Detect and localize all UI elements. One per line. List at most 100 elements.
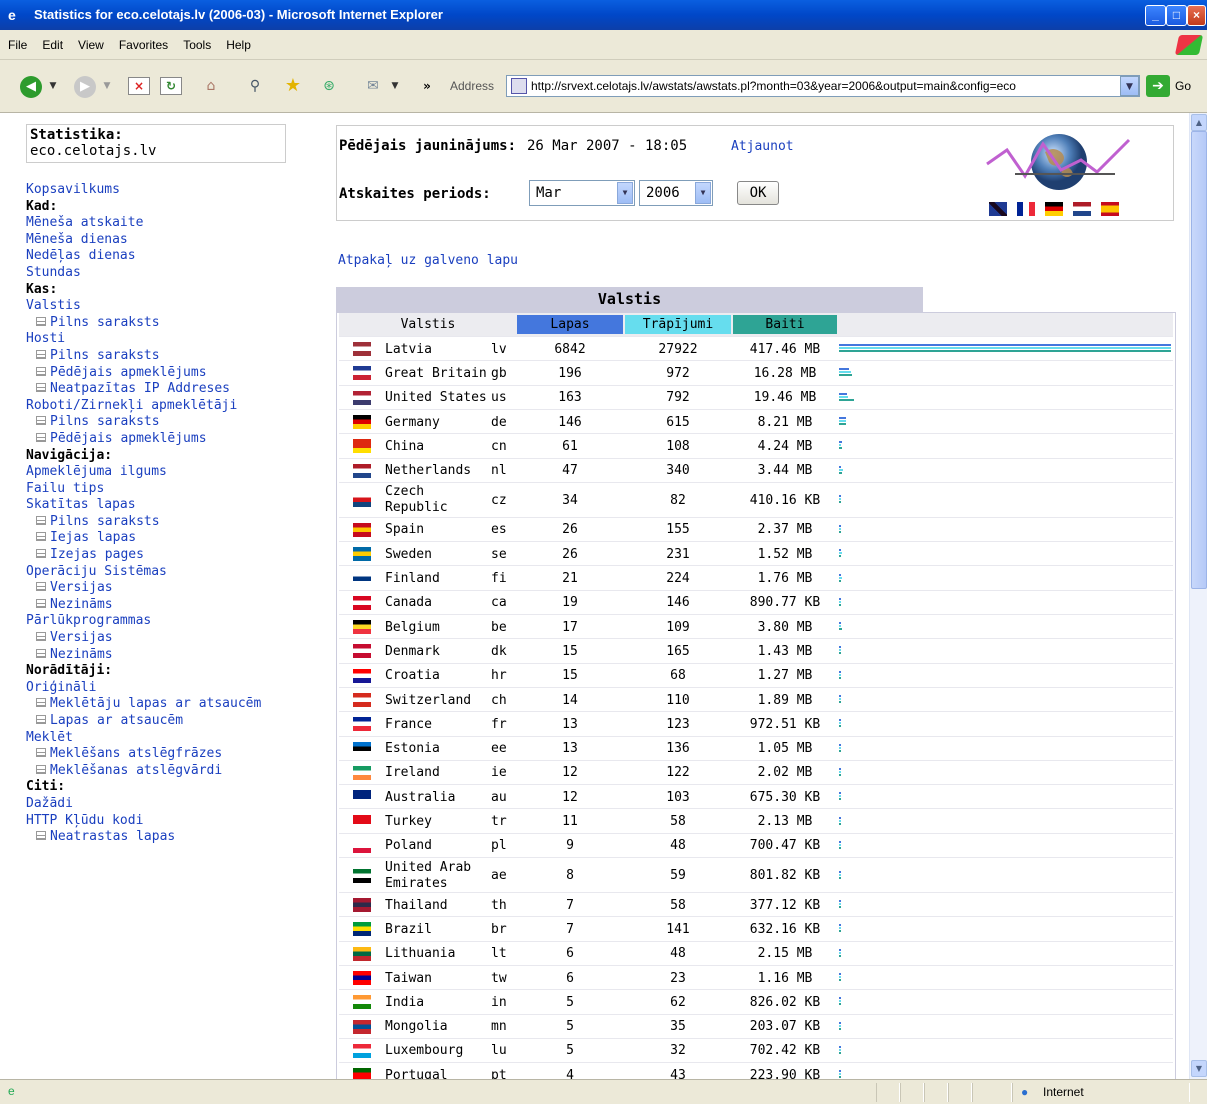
country-code: cn [491, 438, 507, 454]
sidebar-link[interactable]: Nedēļas dienas [26, 248, 316, 265]
table-row: Belgium be 17 109 3.80 MB [339, 614, 1173, 638]
header-country: Valstis [400, 317, 456, 332]
sidebar-link[interactable]: Oriģināli [26, 680, 316, 697]
bytes-value: 2.37 MB [757, 522, 813, 538]
menu-edit[interactable]: Edit [34, 30, 70, 60]
bar-pages [839, 870, 841, 873]
pages-value: 26 [562, 546, 578, 562]
go-button[interactable]: Go [1175, 79, 1191, 93]
sidebar-subitem[interactable]: Pēdējais apmeklējums [26, 365, 316, 382]
stop-icon[interactable]: × [128, 77, 150, 95]
flag-en-icon[interactable] [989, 202, 1007, 216]
history-icon[interactable]: ⊛ [318, 74, 340, 98]
bytes-value: 972.51 KB [749, 716, 821, 732]
sidebar-link[interactable]: Pārlūkprogrammas [26, 613, 316, 630]
sidebar-subitem[interactable]: Izejas pages [26, 547, 316, 564]
mail-dropdown-icon[interactable]: ▼ [390, 74, 400, 98]
vertical-scrollbar[interactable]: ▲ ▼ [1189, 113, 1207, 1079]
bar-pages [839, 392, 847, 395]
sidebar-link[interactable]: Valstis [26, 298, 316, 315]
table-row: Croatia hr 15 68 1.27 MB [339, 662, 1173, 687]
maximize-button[interactable]: □ [1166, 5, 1187, 26]
go-arrow-icon[interactable]: ➔ [1146, 75, 1170, 97]
home-icon[interactable]: ⌂ [200, 74, 222, 98]
scroll-thumb[interactable] [1191, 131, 1207, 589]
sidebar-subitem[interactable]: Meklētāju lapas ar atsaucēm [26, 696, 316, 713]
sidebar-link[interactable]: Dažādi [26, 796, 316, 813]
menu-file[interactable]: File [0, 30, 34, 60]
sidebar-subitem[interactable]: Neatrastas lapas [26, 829, 316, 846]
sidebar-link[interactable]: Hosti [26, 331, 316, 348]
sidebar-subitem[interactable]: Versijas [26, 630, 316, 647]
sidebar-link[interactable]: Failu tips [26, 481, 316, 498]
sidebar-subitem[interactable]: Versijas [26, 580, 316, 597]
refresh-icon[interactable]: ↻ [160, 77, 182, 95]
country-code: nl [491, 463, 507, 479]
country-name: Netherlands [385, 463, 472, 479]
sidebar-subitem[interactable]: Neatpazītas IP Addreses [26, 381, 316, 398]
favorites-star-icon[interactable]: ★ [282, 74, 304, 98]
mail-icon[interactable]: ✉ [362, 74, 384, 98]
bar-hits [839, 576, 842, 579]
sidebar-link[interactable]: HTTP Kļūdu kodi [26, 813, 316, 830]
flag-nl-icon[interactable] [1073, 202, 1091, 216]
ok-button[interactable]: OK [737, 181, 779, 205]
bytes-value: 2.15 MB [757, 946, 813, 962]
bar-bytes [839, 579, 841, 582]
sidebar-subitem[interactable]: Meklēšanas atslēgvārdi [26, 763, 316, 780]
flag-fr-icon[interactable] [1017, 202, 1035, 216]
bar-hits [839, 673, 841, 676]
bar-pages [839, 417, 846, 420]
hits-value: 48 [670, 838, 686, 854]
sidebar-subitem[interactable]: Nezināms [26, 597, 316, 614]
sidebar-link[interactable]: Mēneša dienas [26, 232, 316, 249]
back-to-main-link[interactable]: Atpakaļ uz galveno lapu [338, 253, 518, 268]
scroll-up-icon[interactable]: ▲ [1191, 114, 1207, 131]
year-select[interactable]: 2006 ▼ [639, 180, 713, 206]
refresh-link[interactable]: Atjaunot [731, 139, 794, 154]
address-dropdown-icon[interactable]: ▼ [1120, 76, 1139, 96]
flag-es-icon[interactable] [1101, 202, 1119, 216]
sidebar-subitem[interactable]: Pilns saraksts [26, 348, 316, 365]
flag-de-icon[interactable] [1045, 202, 1063, 216]
search-icon[interactable]: ⚲ [244, 74, 266, 98]
sidebar-link[interactable]: Stundas [26, 265, 316, 282]
sidebar-link[interactable]: Skatītas lapas [26, 497, 316, 514]
address-input[interactable]: http://srvext.celotajs.lv/awstats/awstat… [506, 75, 1140, 97]
month-select[interactable]: Mar ▼ [529, 180, 635, 206]
toolbar-overflow-icon[interactable]: » [420, 74, 434, 98]
minimize-button[interactable]: _ [1145, 5, 1166, 26]
bar-bytes [839, 749, 841, 752]
close-button[interactable]: × [1187, 5, 1206, 26]
sidebar-subitem[interactable]: Pilns saraksts [26, 414, 316, 431]
sidebar-link[interactable]: Roboti/Zirnekļi apmeklētāji [26, 398, 316, 415]
bar-hits [839, 552, 842, 555]
bytes-value: 377.12 KB [749, 897, 821, 913]
sidebar-link[interactable]: Apmeklējuma ilgums [26, 464, 316, 481]
country-code: es [491, 522, 507, 538]
scroll-down-icon[interactable]: ▼ [1191, 1060, 1207, 1077]
menu-help[interactable]: Help [218, 30, 258, 60]
sidebar-link[interactable]: Kopsavilkums [26, 182, 316, 199]
back-icon[interactable]: ◀ [20, 76, 42, 98]
sidebar-link[interactable]: Operāciju Sistēmas [26, 564, 316, 581]
menu-favorites[interactable]: Favorites [111, 30, 175, 60]
sidebar-subitem[interactable]: Iejas lapas [26, 530, 316, 547]
country-name: Croatia [385, 668, 440, 684]
sidebar-subitem[interactable]: Pilns saraksts [26, 315, 316, 332]
bar-hits [839, 927, 841, 930]
back-dropdown-icon[interactable]: ▼ [48, 74, 58, 98]
menu-tools[interactable]: Tools [175, 30, 218, 60]
forward-dropdown-icon[interactable]: ▼ [102, 74, 112, 98]
forward-icon[interactable]: ▶ [74, 76, 96, 98]
menu-view[interactable]: View [70, 30, 111, 60]
sidebar-subitem[interactable]: Lapas ar atsaucēm [26, 713, 316, 730]
sidebar-subitem[interactable]: Pēdējais apmeklējums [26, 431, 316, 448]
country-code: au [491, 789, 507, 805]
table-row: Finland fi 21 224 1.76 MB [339, 565, 1173, 589]
sidebar-subitem[interactable]: Meklēšans atslēgfrāzes [26, 746, 316, 763]
sidebar-link[interactable]: Meklēt [26, 730, 316, 747]
sidebar-link[interactable]: Mēneša atskaite [26, 215, 316, 232]
sidebar-subitem[interactable]: Nezināms [26, 647, 316, 664]
sidebar-subitem[interactable]: Pilns saraksts [26, 514, 316, 531]
